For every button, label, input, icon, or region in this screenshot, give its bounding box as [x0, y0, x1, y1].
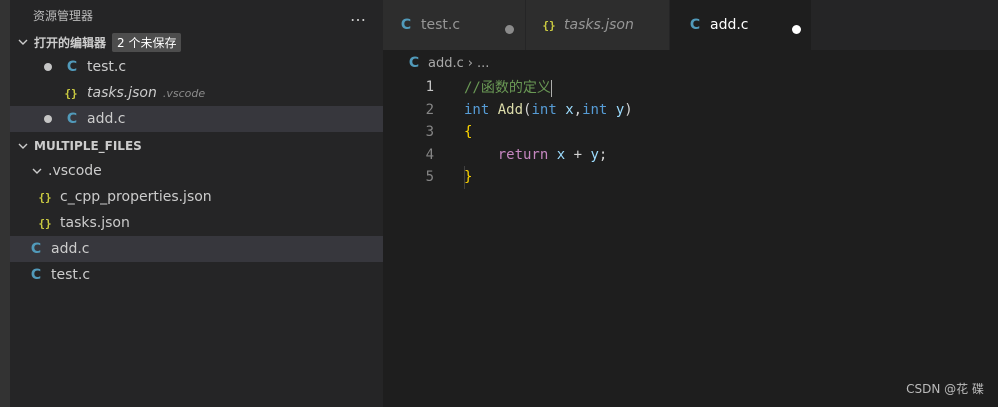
- code-token: {: [464, 124, 473, 141]
- open-editor-label: add.c: [87, 111, 126, 127]
- code-token: ;: [598, 146, 608, 163]
- watermark: CSDN @花 碟: [906, 382, 984, 396]
- open-editor-label: test.c: [87, 59, 127, 75]
- unsaved-dot-icon[interactable]: [44, 63, 52, 71]
- unsaved-dot-icon[interactable]: [44, 115, 52, 123]
- code-token: }: [464, 169, 473, 186]
- open-editor-item[interactable]: C add.c: [10, 106, 383, 132]
- text-cursor: [550, 79, 552, 97]
- line-number: 5: [425, 169, 434, 186]
- code-text: {: [464, 124, 472, 140]
- tree-file-item[interactable]: {} c_cpp_properties.json: [10, 184, 383, 210]
- json-file-icon: {}: [38, 216, 52, 230]
- code-token: return: [497, 146, 549, 163]
- code-token: ,: [573, 101, 583, 118]
- folder-label: MULTIPLE_FILES: [34, 139, 142, 153]
- tab-tasks-json[interactable]: {} tasks.json: [526, 0, 670, 50]
- tab-add-c[interactable]: C add.c: [670, 0, 812, 50]
- c-file-icon: C: [66, 111, 78, 127]
- code-token: x: [556, 146, 566, 163]
- code-token: int: [531, 101, 557, 118]
- code-token: Add: [497, 101, 524, 118]
- c-file-icon: C: [408, 55, 420, 71]
- tab-label: tasks.json: [564, 17, 634, 33]
- tree-file-item[interactable]: C add.c: [10, 236, 383, 262]
- open-editor-item[interactable]: C test.c: [10, 54, 383, 80]
- tree-file-label: c_cpp_properties.json: [60, 189, 212, 205]
- code-token: x: [565, 101, 574, 118]
- breadcrumb-separator-icon: ›: [467, 55, 473, 71]
- json-file-icon: {}: [542, 18, 556, 32]
- tree-file-item[interactable]: {} tasks.json: [10, 210, 383, 236]
- code-token: int: [464, 101, 490, 118]
- tab-test-c[interactable]: C test.c: [383, 0, 526, 50]
- code-token: y: [590, 146, 599, 163]
- open-editor-label: tasks.json: [87, 85, 157, 101]
- tab-label: test.c: [421, 17, 461, 33]
- tree-file-label: tasks.json: [60, 215, 130, 231]
- tab-label: add.c: [710, 17, 749, 33]
- code-token: int: [582, 101, 608, 118]
- open-editor-item[interactable]: {} tasks.json .vscode: [10, 80, 383, 106]
- line-number: 1: [425, 79, 434, 96]
- tree-folder-vscode[interactable]: .vscode: [10, 158, 383, 184]
- chevron-down-icon: [18, 141, 28, 151]
- explorer-title: 资源管理器: [33, 8, 94, 23]
- tree-file-label: test.c: [51, 267, 91, 283]
- code-line[interactable]: 1 //函数的定义: [383, 76, 998, 99]
- open-editor-description: .vscode: [162, 86, 206, 100]
- more-actions-icon[interactable]: …: [350, 6, 367, 25]
- explorer-header: 资源管理器 …: [10, 0, 383, 30]
- editor-tabs: C test.c {} tasks.json C add.c: [383, 0, 998, 50]
- code-token: //函数的定义: [464, 80, 551, 97]
- code-line[interactable]: 5}: [383, 166, 998, 189]
- tree-folder-label: .vscode: [48, 163, 102, 179]
- unsaved-badge: 2 个未保存: [112, 32, 182, 52]
- open-editors-label: 打开的编辑器: [34, 35, 107, 50]
- code-editor[interactable]: 1//函数的定义 2 int Add(int x,int y) 3{4 return …: [383, 76, 998, 407]
- line-number: 2: [425, 101, 434, 118]
- json-file-icon: {}: [38, 190, 52, 204]
- chevron-down-icon: [18, 37, 28, 47]
- chevron-down-icon: [32, 166, 42, 176]
- c-file-icon: C: [30, 267, 42, 283]
- code-text: int Add(int x,int y): [464, 102, 633, 118]
- line-number: 3: [425, 124, 434, 141]
- code-text: return x + y;: [464, 146, 608, 163]
- breadcrumb-file[interactable]: add.c: [428, 56, 464, 71]
- explorer-sidebar: 资源管理器 … 打开的编辑器 2 个未保存 C test.c {} tasks.…: [10, 0, 383, 407]
- tree-file-label: add.c: [51, 241, 90, 257]
- unsaved-dot-icon[interactable]: [505, 25, 514, 34]
- json-file-icon: {}: [64, 86, 78, 100]
- code-line[interactable]: 2 int Add(int x,int y): [383, 99, 998, 122]
- code-text: }: [464, 169, 472, 185]
- activity-bar-edge: [0, 0, 10, 407]
- code-token: y: [615, 101, 625, 118]
- c-file-icon: C: [689, 17, 701, 33]
- code-line[interactable]: 4 return x + y;: [383, 144, 998, 167]
- code-text: //函数的定义: [464, 77, 552, 97]
- open-editors-header[interactable]: 打开的编辑器 2 个未保存: [10, 30, 383, 54]
- c-file-icon: C: [66, 59, 78, 75]
- code-line[interactable]: 3{: [383, 121, 998, 144]
- line-number: 4: [425, 146, 434, 163]
- code-token: ): [624, 101, 633, 118]
- c-file-icon: C: [400, 17, 412, 33]
- tree-file-item[interactable]: C test.c: [10, 262, 383, 288]
- breadcrumb-rest[interactable]: ...: [477, 56, 489, 71]
- code-token: +: [565, 146, 591, 163]
- breadcrumb: C add.c › ...: [383, 50, 998, 76]
- c-file-icon: C: [30, 241, 42, 257]
- unsaved-dot-icon[interactable]: [792, 25, 801, 34]
- folder-header[interactable]: MULTIPLE_FILES: [10, 134, 383, 158]
